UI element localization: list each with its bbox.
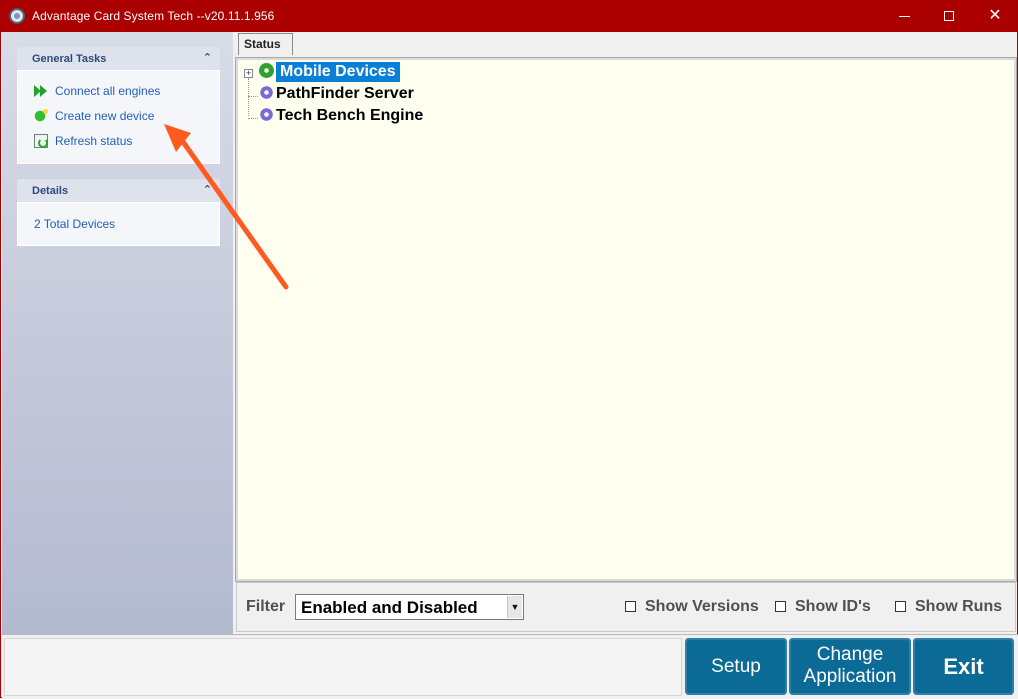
refresh-status-label: Refresh status xyxy=(55,134,133,148)
title-bar[interactable]: Advantage Card System Tech --v20.11.1.95… xyxy=(1,1,1017,32)
tree-connector xyxy=(248,118,258,119)
show-ids-label: Show ID's xyxy=(795,598,871,615)
tree-connector xyxy=(248,96,258,97)
expand-icon[interactable]: + xyxy=(244,69,253,78)
general-tasks-panel: Connect all engines Create new device Re… xyxy=(17,70,220,164)
change-application-button[interactable]: Change Application xyxy=(789,638,911,695)
checkbox-box[interactable] xyxy=(895,601,906,612)
app-logo-icon xyxy=(9,8,25,24)
details-title: Details xyxy=(32,185,69,197)
tree-connector xyxy=(248,78,249,116)
filter-select[interactable]: Enabled and Disabled ▼ xyxy=(295,594,524,620)
show-versions-label: Show Versions xyxy=(645,598,759,615)
general-tasks-header[interactable]: General Tasks ⌃ xyxy=(17,47,220,71)
connect-all-engines-label: Connect all engines xyxy=(55,84,161,98)
minimize-button[interactable] xyxy=(881,1,927,32)
change-application-line-2: Application xyxy=(803,666,897,687)
show-runs-label: Show Runs xyxy=(915,598,1003,615)
app-window: Advantage Card System Tech --v20.11.1.95… xyxy=(0,0,1018,698)
minimize-icon xyxy=(899,16,910,17)
close-button[interactable]: ✕ xyxy=(972,1,1018,32)
total-devices-text: 2 Total Devices xyxy=(34,217,116,231)
tree-item-tech-bench-engine[interactable]: Tech Bench Engine xyxy=(276,106,423,126)
refresh-icon xyxy=(34,134,48,148)
collapse-chevron-icon[interactable]: ⌃ xyxy=(203,51,212,64)
tab-status[interactable]: Status xyxy=(238,33,293,55)
double-play-icon xyxy=(34,84,48,98)
close-icon: ✕ xyxy=(988,7,1002,24)
command-spacer xyxy=(4,638,682,696)
filter-selected-value: Enabled and Disabled xyxy=(301,598,478,617)
window-title: Advantage Card System Tech --v20.11.1.95… xyxy=(32,9,275,23)
tree-item-pathfinder-server[interactable]: PathFinder Server xyxy=(276,84,414,104)
purple-gear-icon xyxy=(259,107,274,122)
checkbox-box[interactable] xyxy=(625,601,636,612)
details-panel: 2 Total Devices xyxy=(17,202,220,246)
new-device-icon xyxy=(34,109,48,123)
details-collapse-chevron-icon[interactable]: ⌃ xyxy=(203,183,212,196)
details-header[interactable]: Details ⌃ xyxy=(17,179,220,203)
checkbox-box[interactable] xyxy=(775,601,786,612)
create-new-device-label: Create new device xyxy=(55,109,155,123)
status-tree-panel: + Mobile Devices PathFinder Server Tech … xyxy=(235,57,1017,582)
filter-label: Filter xyxy=(246,598,286,615)
filter-bar: Filter Enabled and Disabled ▼ Show Versi… xyxy=(236,582,1016,632)
general-tasks-title: General Tasks xyxy=(32,53,107,65)
task-pane: General Tasks ⌃ Connect all engines Crea… xyxy=(2,32,233,634)
setup-button[interactable]: Setup xyxy=(685,638,787,695)
maximize-button[interactable] xyxy=(926,1,972,32)
exit-button[interactable]: Exit xyxy=(913,638,1014,695)
green-gear-icon xyxy=(259,63,274,78)
tree-item-mobile-devices[interactable]: Mobile Devices xyxy=(276,62,400,82)
dropdown-arrow-icon[interactable]: ▼ xyxy=(507,596,522,618)
change-application-line-1: Change xyxy=(816,644,884,665)
maximize-icon xyxy=(944,11,954,21)
purple-gear-icon xyxy=(259,85,274,100)
